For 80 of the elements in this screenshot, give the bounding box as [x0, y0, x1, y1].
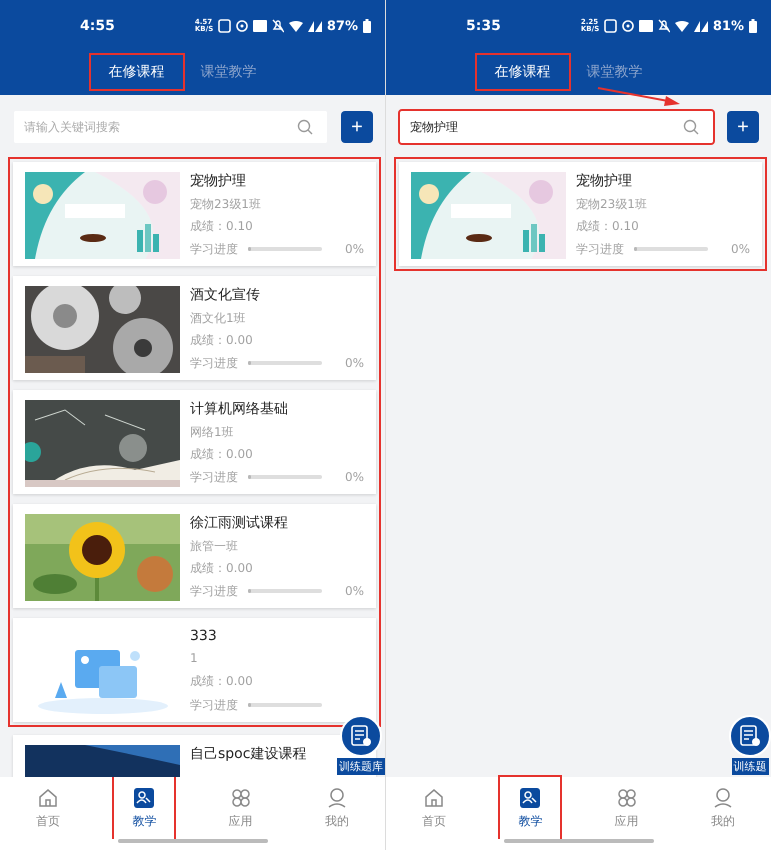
nav-item[interactable]: 教学 — [114, 777, 174, 839]
course-card[interactable]: 计算机网络基础 网络1班 成绩：0.00 学习进度 0% — [13, 390, 376, 494]
search-field[interactable]: 宠物护理 — [400, 111, 713, 143]
progress-percent: 0% — [344, 470, 364, 484]
course-score: 成绩：0.10 — [190, 218, 254, 236]
checklist-icon — [740, 725, 760, 747]
nav-item[interactable]: 教学 — [500, 777, 560, 839]
hotspot-icon — [622, 19, 634, 33]
course-title: 333 — [190, 628, 218, 644]
progress-percent: 0% — [344, 356, 364, 370]
course-card[interactable]: 徐江雨测试课程 旅管一班 成绩：0.00 学习进度 0% — [13, 504, 376, 608]
course-title: 宠物护理 — [576, 172, 633, 190]
progress-label: 学习进度 — [190, 354, 238, 372]
search-icon — [683, 119, 699, 135]
muted-bell-icon — [272, 19, 284, 33]
course-score: 成绩：0.00 — [190, 560, 254, 578]
search-icon — [297, 119, 313, 135]
battery-percent: 81% — [712, 18, 744, 34]
question-bank-button[interactable] — [729, 715, 771, 757]
course-title: 自己spoc建设课程 — [190, 745, 308, 763]
class-name: 旅管一班 — [190, 538, 239, 555]
course-card[interactable]: 333 1 成绩：0.00 学习进度 — [13, 618, 376, 722]
progress-label: 学习进度 — [190, 696, 238, 714]
course-title: 计算机网络基础 — [190, 400, 289, 418]
course-score: 成绩：0.00 — [190, 672, 254, 690]
home-icon — [423, 786, 446, 808]
class-name: 酒文化1班 — [190, 310, 247, 327]
tab[interactable]: 在修课程 — [90, 55, 182, 89]
course-card[interactable]: 酒文化宣传 酒文化1班 成绩：0.00 学习进度 0% — [13, 276, 376, 380]
nav-item[interactable]: 首页 — [18, 777, 78, 839]
class-name: 宠物23级1班 — [190, 196, 262, 213]
volte-icon — [638, 19, 653, 33]
battery-icon — [363, 19, 371, 33]
course-score: 成绩：0.00 — [190, 332, 254, 350]
course-score: 成绩：0.00 — [190, 446, 254, 464]
wifi-icon — [674, 20, 689, 32]
progress-percent: 0% — [344, 242, 364, 256]
battery-icon — [749, 19, 757, 33]
nav-item[interactable]: 我的 — [306, 777, 367, 839]
progress-percent: 0% — [730, 242, 750, 256]
status-time: 4:55 — [80, 18, 115, 34]
wifi-icon — [288, 20, 303, 32]
muted-bell-icon — [658, 19, 670, 33]
signal-icon — [694, 20, 708, 32]
battery-percent: 87% — [326, 18, 358, 34]
signal-icon — [308, 20, 322, 32]
nfc-icon — [604, 19, 617, 33]
progress-label: 学习进度 — [190, 240, 238, 258]
nav-item[interactable]: 应用 — [596, 777, 657, 839]
question-bank-label[interactable]: 训练题库 — [337, 758, 385, 775]
home-icon — [37, 786, 60, 808]
course-card[interactable]: 宠物护理 宠物23级1班 成绩：0.10 学习进度 0% — [399, 162, 762, 266]
course-score: 成绩：0.10 — [576, 218, 640, 236]
course-title: 酒文化宣传 — [190, 286, 261, 304]
add-button[interactable]: + — [341, 111, 373, 143]
progress-percent: 0% — [344, 584, 364, 598]
nav-item[interactable]: 应用 — [210, 777, 271, 839]
teaching-icon — [519, 786, 542, 808]
class-name: 宠物23级1班 — [576, 196, 648, 213]
course-card[interactable]: 宠物护理 宠物23级1班 成绩：0.10 学习进度 0% — [13, 162, 376, 266]
question-bank-label[interactable]: 训练题 — [732, 758, 768, 775]
progress-label: 学习进度 — [576, 240, 624, 258]
nfc-icon — [218, 19, 231, 33]
tab[interactable]: 在修课程 — [476, 55, 568, 89]
apps-icon — [230, 786, 252, 808]
class-name: 1 — [190, 651, 199, 666]
status-time: 5:35 — [466, 18, 501, 34]
apps-icon — [616, 786, 638, 808]
add-button[interactable]: + — [727, 111, 759, 143]
class-name: 网络1班 — [190, 424, 235, 441]
course-title: 宠物护理 — [190, 172, 247, 190]
nav-item[interactable]: 我的 — [692, 777, 753, 839]
progress-label: 学习进度 — [190, 468, 238, 486]
progress-label: 学习进度 — [190, 582, 238, 600]
nav-item[interactable]: 首页 — [404, 777, 464, 839]
hotspot-icon — [236, 19, 248, 33]
teaching-icon — [133, 786, 156, 808]
course-title: 徐江雨测试课程 — [190, 514, 289, 532]
checklist-icon — [351, 725, 371, 747]
volte-icon — [252, 19, 267, 33]
